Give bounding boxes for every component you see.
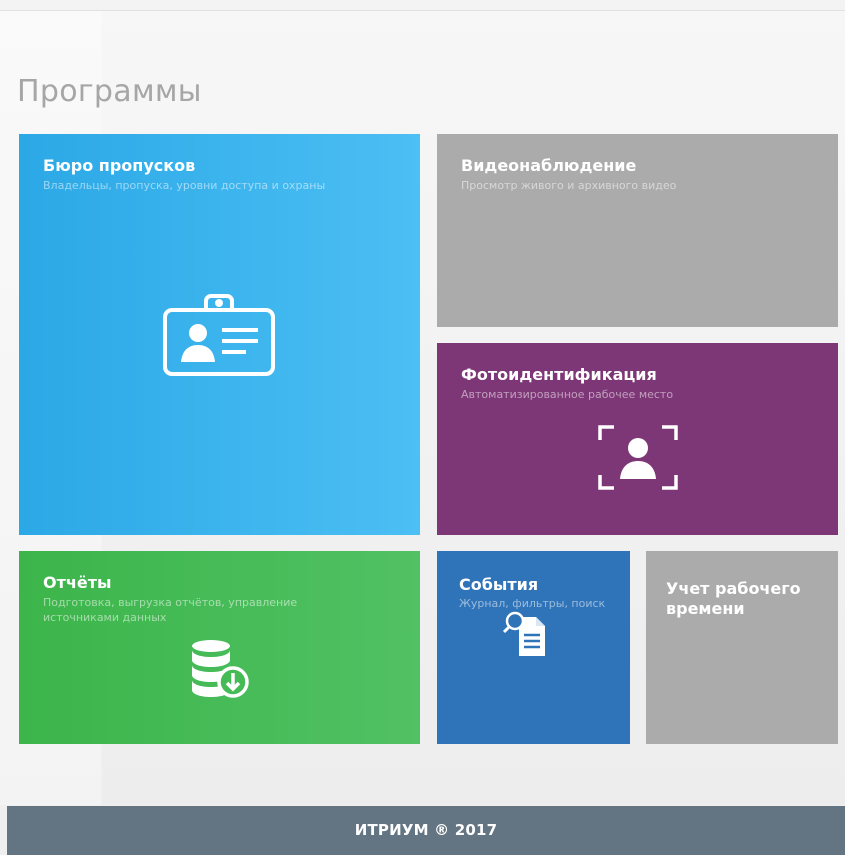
tile-subtitle: Подготовка, выгрузка отчётов, управление…	[43, 596, 298, 624]
tile-subtitle: Владельцы, пропуска, уровни доступа и ох…	[43, 179, 326, 192]
page-title: Программы	[17, 74, 202, 109]
badge-id-icon	[163, 288, 275, 376]
tile-title: Бюро пропусков	[43, 156, 196, 175]
tile-video-surveillance[interactable]: Видеонаблюдение Просмотр живого и архивн…	[437, 134, 838, 327]
footer: ИТРИУМ ® 2017	[7, 806, 845, 855]
tile-time-tracking[interactable]: Учет рабочего времени	[646, 551, 838, 744]
tile-events[interactable]: События Журнал, фильтры, поиск	[437, 551, 630, 744]
database-download-icon	[189, 638, 253, 700]
tile-pass-bureau[interactable]: Бюро пропусков Владельцы, пропуска, уров…	[19, 134, 420, 535]
tile-subtitle: Автоматизированное рабочее место	[461, 388, 674, 401]
tile-title: События	[459, 575, 539, 594]
document-search-icon	[502, 609, 551, 659]
tile-reports[interactable]: Отчёты Подготовка, выгрузка отчётов, упр…	[19, 551, 420, 744]
tile-title: Фотоидентификация	[461, 365, 657, 384]
footer-text: ИТРИУМ ® 2017	[354, 821, 498, 839]
tile-title: Отчёты	[43, 573, 112, 592]
tile-title: Учет рабочего времени	[666, 579, 801, 618]
tile-subtitle: Просмотр живого и архивного видео	[461, 179, 677, 192]
tile-photo-identification[interactable]: Фотоидентификация Автоматизированное раб…	[437, 343, 838, 535]
top-bar	[0, 0, 845, 11]
tile-title: Видеонаблюдение	[461, 156, 637, 175]
face-scan-icon	[597, 424, 679, 491]
